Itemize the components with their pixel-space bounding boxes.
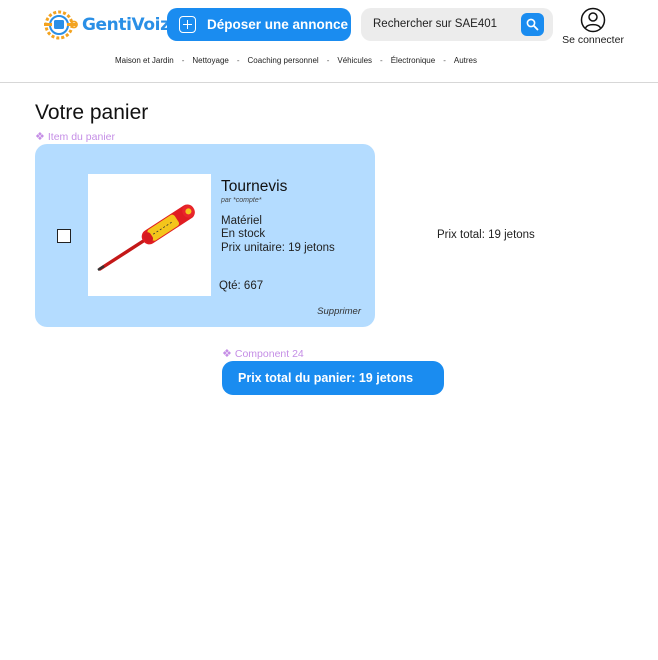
category-nav: Maison et Jardin - Nettoyage - Coaching … bbox=[0, 56, 592, 65]
nav-separator: - bbox=[236, 56, 240, 65]
nav-separator: - bbox=[380, 56, 383, 65]
nav-item-electronique[interactable]: Électronique bbox=[391, 56, 435, 65]
quantity-value[interactable]: Qté: 667 bbox=[219, 280, 263, 292]
diamond-component-icon: ❖ bbox=[35, 131, 45, 143]
seller-name: par *compte* bbox=[221, 197, 262, 204]
search-bar[interactable]: Rechercher sur SAE401 bbox=[361, 8, 553, 41]
search-icon bbox=[526, 18, 539, 31]
nav-item-maison-jardin[interactable]: Maison et Jardin bbox=[115, 56, 174, 65]
nav-item-coaching[interactable]: Coaching personnel bbox=[248, 56, 319, 65]
cart-item-card: Tournevis par *compte* Matériel En stock… bbox=[35, 144, 375, 327]
product-category: Matériel bbox=[221, 215, 262, 227]
diamond-component-icon: ❖ bbox=[222, 348, 232, 360]
plus-square-icon bbox=[179, 16, 196, 33]
item-total-price: Prix total: 19 jetons bbox=[437, 229, 535, 241]
login-button[interactable]: Se connecter bbox=[560, 7, 626, 46]
user-circle-icon bbox=[580, 7, 606, 33]
stock-status: En stock bbox=[221, 228, 266, 240]
screwdriver-image bbox=[97, 204, 195, 272]
nav-item-autres[interactable]: Autres bbox=[454, 56, 477, 65]
component-label-text: Item du panier bbox=[47, 131, 115, 143]
unit-price: Prix unitaire: 19 jetons bbox=[221, 242, 335, 254]
product-name[interactable]: Tournevis bbox=[221, 178, 287, 196]
component-label-text: Component 24 bbox=[234, 348, 304, 360]
page-title: Votre panier bbox=[35, 101, 149, 124]
login-label: Se connecter bbox=[562, 34, 624, 46]
cart-item-component-label: ❖ Item du panier bbox=[35, 130, 115, 143]
select-item-checkbox[interactable] bbox=[57, 229, 71, 243]
header-divider bbox=[0, 82, 658, 83]
post-ad-button[interactable]: Déposer une annonce bbox=[167, 8, 351, 41]
logo-mark-icon bbox=[42, 8, 78, 42]
total-component-label: ❖ Component 24 bbox=[222, 347, 304, 360]
search-button[interactable] bbox=[521, 13, 544, 36]
nav-separator: - bbox=[443, 56, 446, 65]
cart-total-button[interactable]: Prix total du panier: 19 jetons bbox=[222, 361, 444, 395]
site-logo[interactable]: GentiVoizin bbox=[42, 8, 187, 42]
delete-item-link[interactable]: Supprimer bbox=[317, 306, 361, 317]
nav-separator: - bbox=[326, 56, 330, 65]
search-input[interactable]: Rechercher sur SAE401 bbox=[373, 18, 497, 30]
nav-item-nettoyage[interactable]: Nettoyage bbox=[192, 56, 228, 65]
product-image bbox=[88, 174, 211, 296]
nav-item-vehicules[interactable]: Véhicules bbox=[337, 56, 372, 65]
post-ad-label: Déposer une annonce bbox=[207, 17, 349, 32]
nav-separator: - bbox=[181, 56, 185, 65]
